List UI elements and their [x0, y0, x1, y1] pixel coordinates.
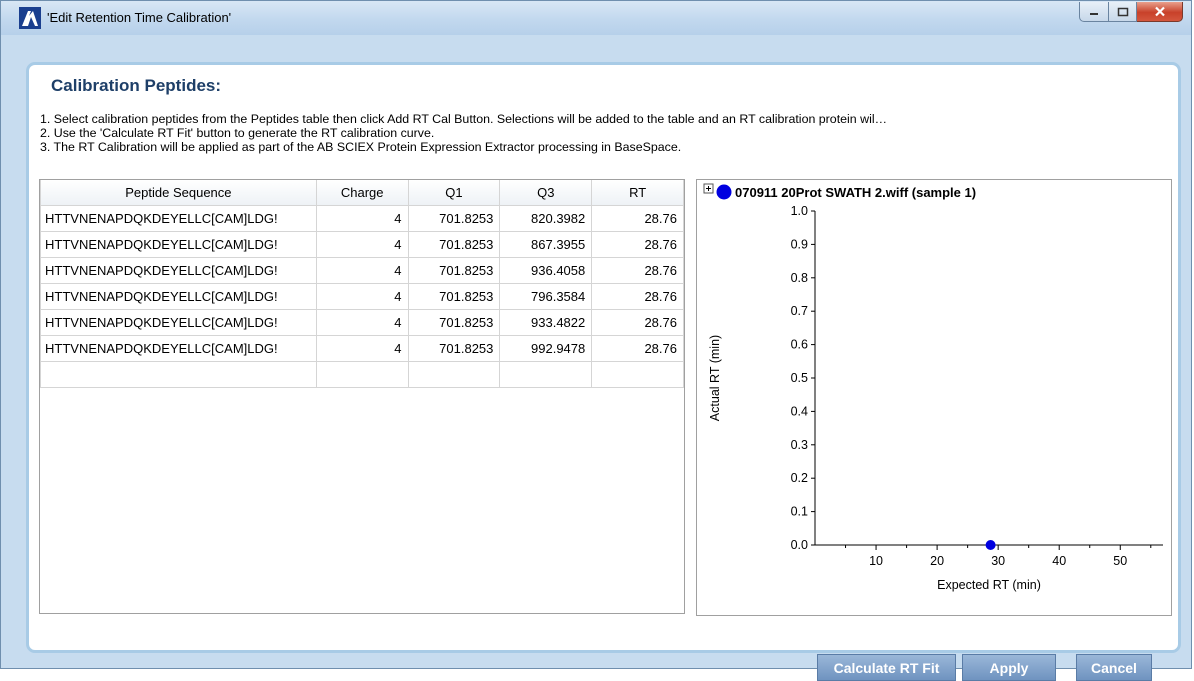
instruction-line: 1. Select calibration peptides from the … — [40, 112, 887, 126]
y-tick-label: 0.6 — [791, 338, 808, 352]
table-row[interactable]: HTTVNENAPDQKDEYELLC[CAM]LDG! 4 701.8253 … — [40, 309, 684, 336]
cell-charge[interactable]: 4 — [315, 257, 409, 284]
cell-charge[interactable] — [315, 361, 409, 388]
y-tick-label: 0.0 — [791, 538, 808, 552]
app-logo-icon — [19, 7, 41, 29]
legend-label: 070911 20Prot SWATH 2.wiff (sample 1) — [735, 185, 976, 200]
y-tick-label: 0.5 — [791, 371, 808, 385]
cell-rt[interactable]: 28.76 — [591, 205, 684, 232]
y-tick-label: 0.7 — [791, 304, 808, 318]
x-tick-label: 50 — [1113, 554, 1127, 568]
peptide-table[interactable]: Peptide Sequence Charge Q1 Q3 RT HTTVNEN… — [39, 179, 685, 614]
cell-q1[interactable]: 701.8253 — [407, 231, 501, 258]
cell-q3[interactable]: 936.4058 — [499, 257, 593, 284]
data-point — [985, 540, 996, 550]
cell-charge[interactable]: 4 — [315, 309, 409, 336]
cell-q1[interactable]: 701.8253 — [407, 205, 501, 232]
column-header-q1[interactable]: Q1 — [407, 180, 501, 206]
cell-q3[interactable]: 796.3584 — [499, 283, 593, 310]
cell-rt[interactable]: 28.76 — [591, 335, 684, 362]
cell-peptide-sequence[interactable]: HTTVNENAPDQKDEYELLC[CAM]LDG! — [40, 335, 317, 362]
column-header-charge[interactable]: Charge — [315, 180, 409, 206]
table-row[interactable]: HTTVNENAPDQKDEYELLC[CAM]LDG! 4 701.8253 … — [40, 231, 684, 258]
cell-q1[interactable]: 701.8253 — [407, 283, 501, 310]
cell-charge[interactable]: 4 — [315, 283, 409, 310]
table-row[interactable]: HTTVNENAPDQKDEYELLC[CAM]LDG! 4 701.8253 … — [40, 335, 684, 362]
table-row-empty[interactable] — [40, 361, 684, 388]
instruction-line: 3. The RT Calibration will be applied as… — [40, 140, 682, 154]
cell-q3[interactable]: 933.4822 — [499, 309, 593, 336]
x-tick-label: 40 — [1052, 554, 1066, 568]
title-bar[interactable]: 'Edit Retention Time Calibration' — [1, 1, 1191, 35]
column-header-q3[interactable]: Q3 — [499, 180, 593, 206]
close-icon — [1154, 6, 1165, 17]
maximize-button[interactable] — [1109, 2, 1137, 22]
cell-peptide-sequence[interactable]: HTTVNENAPDQKDEYELLC[CAM]LDG! — [40, 257, 317, 284]
cell-rt[interactable]: 28.76 — [591, 257, 684, 284]
column-header-rt[interactable]: RT — [591, 180, 684, 206]
cancel-button[interactable]: Cancel — [1076, 654, 1152, 681]
cell-q3[interactable] — [499, 361, 593, 388]
cell-peptide-sequence[interactable]: HTTVNENAPDQKDEYELLC[CAM]LDG! — [40, 205, 317, 232]
y-tick-label: 0.4 — [791, 404, 808, 418]
minimize-icon — [1090, 12, 1098, 15]
y-tick-label: 0.1 — [791, 505, 808, 519]
cell-rt[interactable]: 28.76 — [591, 231, 684, 258]
y-tick-label: 0.3 — [791, 438, 808, 452]
y-tick-label: 0.2 — [791, 471, 808, 485]
apply-button[interactable]: Apply — [962, 654, 1056, 681]
table-row[interactable]: HTTVNENAPDQKDEYELLC[CAM]LDG! 4 701.8253 … — [40, 205, 684, 232]
calculate-rt-fit-button[interactable]: Calculate RT Fit — [817, 654, 956, 681]
table-row[interactable]: HTTVNENAPDQKDEYELLC[CAM]LDG! 4 701.8253 … — [40, 283, 684, 310]
window-title: 'Edit Retention Time Calibration' — [47, 10, 232, 25]
dialog-window: 'Edit Retention Time Calibration' Calibr… — [0, 0, 1192, 681]
y-tick-label: 0.9 — [791, 237, 808, 251]
instruction-line: 2. Use the 'Calculate RT Fit' button to … — [40, 126, 435, 140]
x-axis-label: Expected RT (min) — [937, 578, 1041, 592]
legend-marker — [716, 184, 732, 200]
rt-calibration-chart[interactable]: 070911 20Prot SWATH 2.wiff (sample 1) 0.0… — [696, 179, 1172, 616]
cell-charge[interactable]: 4 — [315, 205, 409, 232]
cell-peptide-sequence[interactable]: HTTVNENAPDQKDEYELLC[CAM]LDG! — [40, 283, 317, 310]
close-button[interactable] — [1137, 2, 1183, 22]
cell-peptide-sequence[interactable] — [40, 361, 317, 388]
table-row[interactable]: HTTVNENAPDQKDEYELLC[CAM]LDG! 4 701.8253 … — [40, 257, 684, 284]
y-tick-label: 0.8 — [791, 271, 808, 285]
y-tick-label: 1.0 — [791, 204, 808, 218]
y-axis-label: Actual RT (min) — [708, 335, 722, 421]
x-tick-label: 30 — [991, 554, 1005, 568]
cell-peptide-sequence[interactable]: HTTVNENAPDQKDEYELLC[CAM]LDG! — [40, 231, 317, 258]
cell-q3[interactable]: 820.3982 — [499, 205, 593, 232]
panel-title: Calibration Peptides: — [51, 76, 222, 95]
cell-rt[interactable] — [591, 361, 684, 388]
x-tick-label: 20 — [930, 554, 944, 568]
minimize-button[interactable] — [1079, 2, 1109, 22]
column-header-peptide-sequence[interactable]: Peptide Sequence — [40, 180, 317, 206]
calibration-panel: Calibration Peptides: 1. Select calibrat… — [26, 62, 1181, 681]
cell-peptide-sequence[interactable]: HTTVNENAPDQKDEYELLC[CAM]LDG! — [40, 309, 317, 336]
cell-rt[interactable]: 28.76 — [591, 283, 684, 310]
cell-q1[interactable]: 701.8253 — [407, 309, 501, 336]
x-tick-label: 10 — [869, 554, 883, 568]
cell-q3[interactable]: 867.3955 — [499, 231, 593, 258]
cell-q1[interactable]: 701.8253 — [407, 257, 501, 284]
cell-q1[interactable]: 701.8253 — [407, 335, 501, 362]
chart-svg: 070911 20Prot SWATH 2.wiff (sample 1) 0.0… — [703, 183, 1163, 592]
instructions: 1. Select calibration peptides from the … — [40, 112, 1170, 154]
cell-charge[interactable]: 4 — [315, 231, 409, 258]
cell-q3[interactable]: 992.9478 — [499, 335, 593, 362]
cell-q1[interactable] — [407, 361, 501, 388]
cell-rt[interactable]: 28.76 — [591, 309, 684, 336]
maximize-icon — [1117, 7, 1128, 16]
cell-charge[interactable]: 4 — [315, 335, 409, 362]
